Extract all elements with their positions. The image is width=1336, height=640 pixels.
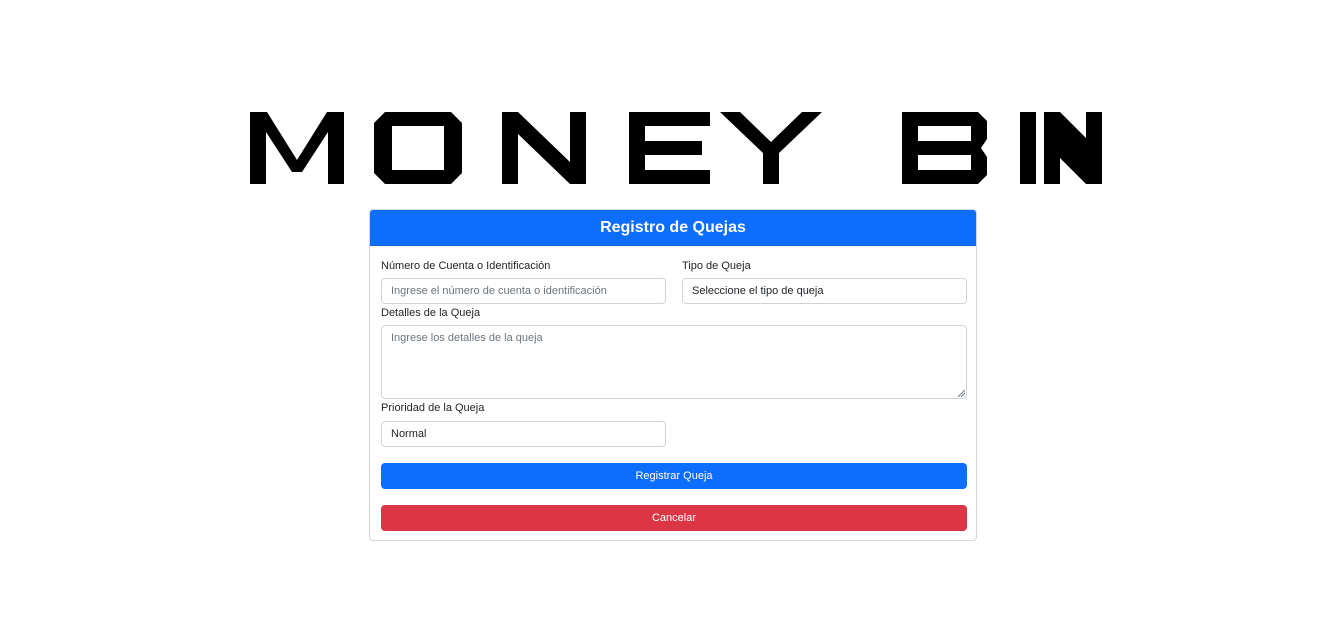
complaint-type-label: Tipo de Queja: [682, 260, 751, 272]
complaint-type-selected: Seleccione el tipo de queja: [692, 285, 824, 297]
money-bin-logo-graphic: [250, 112, 1102, 184]
cancel-button[interactable]: Cancelar: [381, 505, 967, 531]
details-label: Detalles de la Queja: [381, 307, 481, 319]
page: Registro de Quejas Número de Cuenta o Id…: [0, 0, 1336, 640]
account-input[interactable]: [381, 278, 666, 304]
register-complaint-button[interactable]: Registrar Queja: [381, 463, 967, 489]
resize-grip-icon[interactable]: [958, 390, 965, 397]
details-wrapper: [381, 325, 967, 399]
priority-label: Prioridad de la Queja: [381, 402, 485, 414]
priority-selected: Normal: [391, 428, 427, 440]
priority-select[interactable]: Normal: [381, 421, 666, 447]
form-title: Registro de Quejas: [370, 210, 976, 246]
form-body: Número de Cuenta o Identificación Tipo d…: [370, 246, 976, 540]
complaint-form-card: Registro de Quejas Número de Cuenta o Id…: [369, 209, 977, 541]
details-textarea[interactable]: [381, 325, 967, 399]
account-label: Número de Cuenta o Identificación: [381, 260, 551, 272]
money-bin-logo: [250, 112, 1102, 184]
complaint-type-select[interactable]: Seleccione el tipo de queja: [682, 278, 967, 304]
